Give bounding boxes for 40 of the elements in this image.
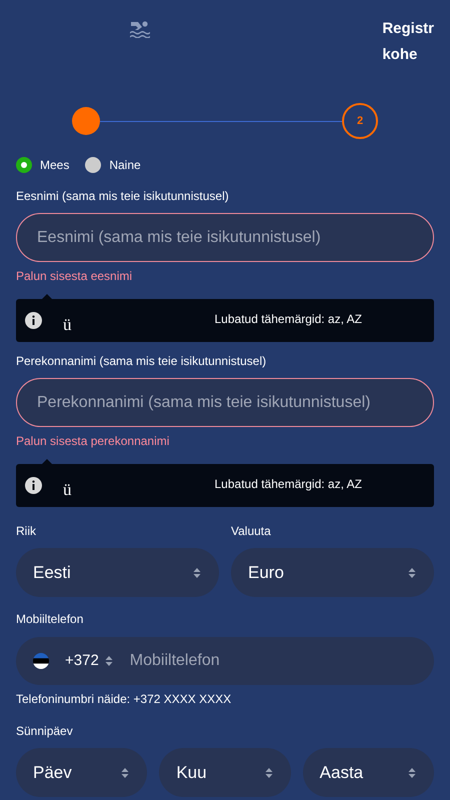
tooltip-text: Lubatud tähemärgid: az, AZ <box>214 310 362 328</box>
tooltip-text: Lubatud tähemärgid: az, AZ <box>214 476 362 492</box>
country-code-select[interactable]: +372 <box>65 650 113 672</box>
sort-icon <box>408 566 416 578</box>
select-field[interactable]: Euro <box>231 548 434 597</box>
phone-hint: Telefoninumbri näide: +372 XXXX XXXX <box>16 691 232 708</box>
select-field[interactable]: Eesti <box>16 548 219 597</box>
sort-icon <box>121 766 130 778</box>
select-field[interactable]: Kuu <box>159 748 291 797</box>
radio-label: Naine <box>109 157 141 174</box>
tooltip-character: ü <box>63 478 72 501</box>
phone-input[interactable]: Mobiiltelefon <box>130 649 434 673</box>
swimmer-icon <box>129 20 152 38</box>
sort-icon <box>104 655 113 667</box>
select-field[interactable]: Aasta <box>302 748 434 797</box>
phone-field[interactable]: +372 Mobiiltelefon <box>16 637 434 685</box>
field-label: Eesnimi (sama mis teie isikutunnistusel) <box>16 188 230 205</box>
field-label: Valuuta <box>231 523 272 540</box>
field-label: Riik <box>16 523 37 540</box>
tooltip-character: ü <box>63 314 72 336</box>
text-field[interactable]: Eesnimi (sama mis teie isikutunnistusel) <box>16 213 434 262</box>
flag-icon <box>33 653 49 669</box>
radio-button[interactable] <box>16 157 32 173</box>
radio-button[interactable] <box>85 157 102 173</box>
register-title: Registr <box>382 19 434 39</box>
select-field[interactable]: Päev <box>16 748 148 797</box>
info-icon <box>25 312 42 329</box>
info-icon <box>25 477 42 494</box>
text-field[interactable]: Perekonnanimi (sama mis teie isikutunnistusel) <box>16 378 434 427</box>
radio-label: Mees <box>40 157 70 174</box>
sort-icon <box>193 566 201 578</box>
sort-icon <box>264 766 273 778</box>
step-indicator: 2 <box>342 103 378 139</box>
field-label: Sünnipäev <box>16 723 74 740</box>
register-title: kohe <box>382 45 418 65</box>
sort-icon <box>408 766 416 778</box>
field-label: Perekonnanimi (sama mis teie isikutunnistusel) <box>16 353 268 370</box>
field-label: Mobiiltelefon <box>16 611 84 628</box>
error-message: Palun sisesta perekonnanimi <box>16 433 170 450</box>
error-message: Palun sisesta eesnimi <box>16 268 134 285</box>
